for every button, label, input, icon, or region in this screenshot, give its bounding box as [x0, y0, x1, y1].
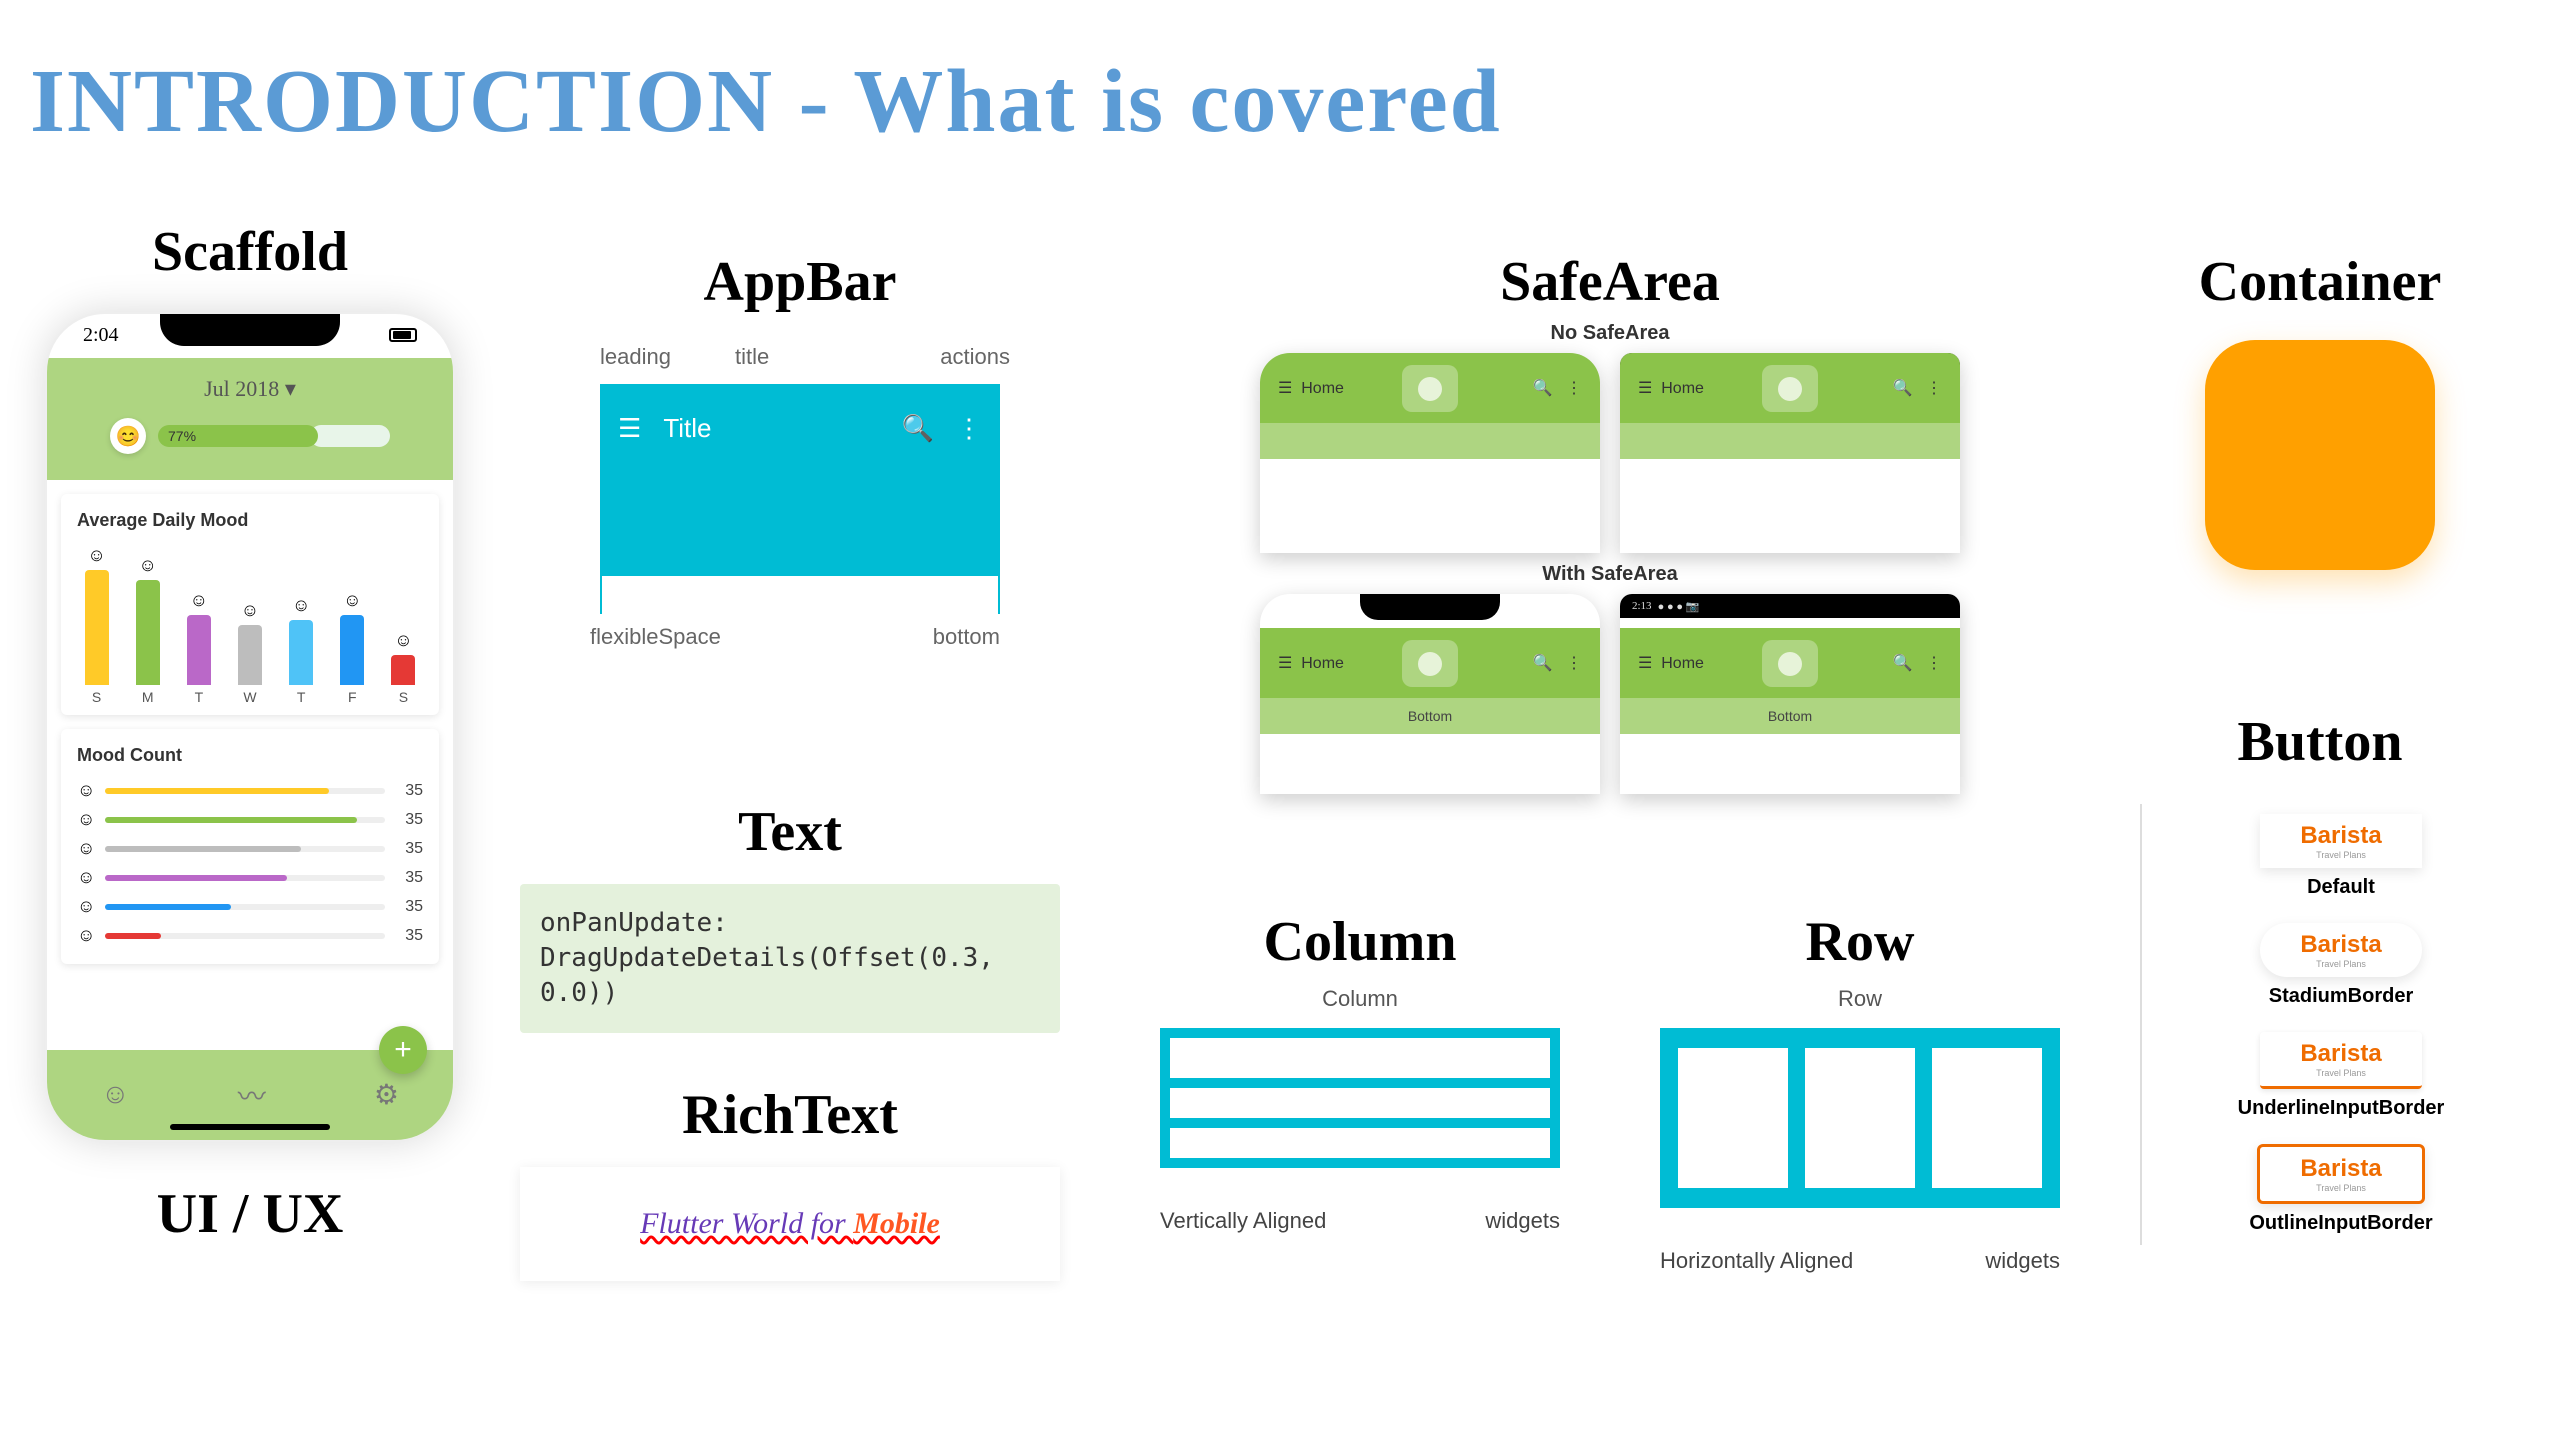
anno-flex: flexibleSpace — [590, 624, 721, 650]
card-title: Mood Count — [77, 745, 423, 766]
fab-add[interactable]: + — [379, 1026, 427, 1074]
sub-with-safearea: With SafeArea — [1250, 563, 1970, 586]
mini-android-no: 1:10● ● ● 📷 ☰ Home🔍 ⋮ — [1620, 353, 1960, 553]
anno-widgets: widgets — [1985, 1248, 2060, 1274]
more-icon[interactable]: ⋮ — [956, 413, 982, 444]
section-button: Button BaristaTravel Plans Default Baris… — [2140, 710, 2500, 1245]
anno-title: title — [735, 344, 769, 370]
label-row: Row — [1640, 910, 2080, 974]
button-underline[interactable]: BaristaTravel Plans — [2260, 1032, 2421, 1089]
cap-underline: UnderlineInputBorder — [2182, 1097, 2500, 1120]
nav-settings-icon[interactable]: ⚙ — [374, 1078, 399, 1112]
container-demo — [2205, 340, 2435, 570]
anno-vert: Vertically Aligned — [1160, 1208, 1326, 1234]
bottom-nav: + ☺ 〰 ⚙ — [47, 1050, 453, 1140]
anno-leading: leading — [600, 344, 671, 370]
section-appbar: AppBar leading title actions ☰ Title 🔍 ⋮… — [560, 250, 1040, 644]
label-appbar: AppBar — [560, 250, 1040, 314]
search-icon[interactable]: 🔍 — [902, 413, 934, 444]
column-diagram — [1160, 1028, 1560, 1168]
battery-icon — [389, 328, 417, 342]
label-uiux: UI / UX — [30, 1182, 470, 1246]
phone-mockup: 2:04 Jul 2018 ▾ 😊 77% Average Daily Mood… — [45, 312, 455, 1142]
phone-header: Jul 2018 ▾ 😊 77% — [47, 358, 453, 480]
button-outline[interactable]: BaristaTravel Plans — [2257, 1144, 2424, 1204]
section-safearea: SafeArea No SafeArea ☰ Home🔍 ⋮ 1:10● ● ●… — [1250, 250, 1970, 804]
mini-ios-no: ☰ Home🔍 ⋮ — [1260, 353, 1600, 553]
mini-ios-with: ☰ Home🔍 ⋮ Bottom — [1260, 594, 1600, 794]
row-diagram — [1660, 1028, 2060, 1208]
label-scaffold: Scaffold — [30, 220, 470, 284]
label-container: Container — [2140, 250, 2500, 314]
cap-outline: OutlineInputBorder — [2182, 1212, 2500, 1235]
card-title: Average Daily Mood — [77, 510, 423, 531]
label-safearea: SafeArea — [1250, 250, 1970, 314]
label-column: Column — [1140, 910, 1580, 974]
gesture-bar — [170, 1124, 330, 1130]
label-button: Button — [2140, 710, 2500, 774]
section-scaffold: Scaffold 2:04 Jul 2018 ▾ 😊 77% Average D… — [30, 220, 470, 1246]
menu-icon[interactable]: ☰ — [618, 413, 641, 444]
mood-icon: 😊 — [110, 418, 146, 454]
anno-bottom: bottom — [933, 624, 1000, 650]
section-text: Text onPanUpdate: DragUpdateDetails(Offs… — [520, 800, 1060, 1281]
sub-no-safearea: No SafeArea — [1250, 322, 1970, 345]
status-time: 2:04 — [83, 324, 119, 347]
mini-android-with: 2:13● ● ● 📷 ☰ Home🔍 ⋮ Bottom — [1620, 594, 1960, 794]
section-container: Container — [2140, 250, 2500, 570]
cap-default: Default — [2182, 876, 2500, 899]
card-daily-mood: Average Daily Mood ☺S☺M☺T☺W☺T☺F☺S — [61, 494, 439, 715]
section-row: Row Row Horizontally Aligned widgets — [1640, 910, 2080, 1274]
label-richtext: RichText — [520, 1083, 1060, 1147]
richtext-demo: Flutter World for Mobile — [520, 1167, 1060, 1281]
button-stadium[interactable]: BaristaTravel Plans — [2260, 923, 2421, 977]
diag-label: Column — [1140, 986, 1580, 1012]
phone-notch — [160, 314, 340, 346]
anno-horiz: Horizontally Aligned — [1660, 1248, 1853, 1274]
section-column: Column Column Vertically Aligned widgets — [1140, 910, 1580, 1234]
date-picker[interactable]: Jul 2018 ▾ — [47, 376, 453, 402]
code-block: onPanUpdate: DragUpdateDetails(Offset(0.… — [520, 884, 1060, 1033]
cap-stadium: StadiumBorder — [2182, 985, 2500, 1008]
progress-bar: 77% — [158, 425, 318, 447]
diag-label: Row — [1640, 986, 2080, 1012]
appbar-mock: ☰ Title 🔍 ⋮ — [600, 384, 1000, 614]
label-text: Text — [520, 800, 1060, 864]
card-mood-count: Mood Count ☺35☺35☺35☺35☺35☺35 — [61, 729, 439, 964]
anno-widgets: widgets — [1485, 1208, 1560, 1234]
button-default[interactable]: BaristaTravel Plans — [2260, 814, 2421, 868]
anno-actions: actions — [940, 344, 1010, 370]
nav-chart-icon[interactable]: 〰 — [238, 1075, 266, 1115]
appbar-title: Title — [663, 413, 711, 444]
nav-mood-icon[interactable]: ☺ — [101, 1079, 130, 1111]
slide-title: INTRODUCTION - What is covered — [30, 50, 1502, 153]
